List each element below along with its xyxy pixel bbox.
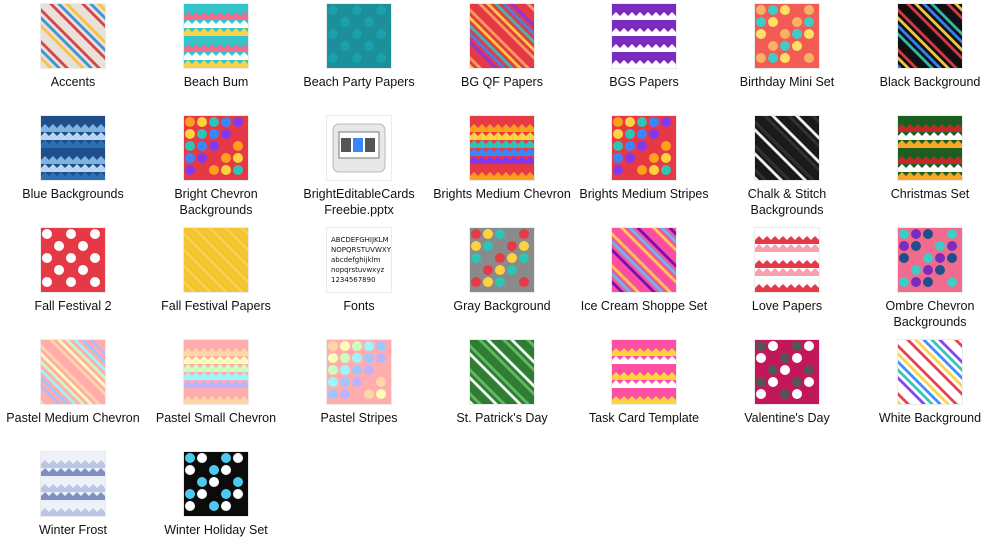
file-name: Task Card Template [588, 411, 700, 425]
pattern-icon-svg [184, 452, 248, 516]
file-name: Pastel Stripes [320, 411, 398, 425]
pattern-icon [755, 340, 819, 404]
pattern-icon [327, 340, 391, 404]
file-name: Winter Holiday Set [164, 523, 268, 537]
file-item[interactable]: Task Card Template [573, 0, 715, 547]
pattern-icon [612, 340, 676, 404]
file-item[interactable]: Winter Holiday Set [145, 0, 287, 547]
pattern-icon [898, 340, 962, 404]
file-item[interactable]: Winter Frost [2, 0, 144, 547]
pattern-icon [41, 452, 105, 516]
file-name: St. Patrick's Day [456, 411, 548, 425]
file-item[interactable]: Valentine's Day [716, 0, 858, 547]
file-name: Winter Frost [38, 523, 108, 537]
pattern-icon-svg [41, 452, 105, 516]
pattern-icon-svg [327, 340, 391, 404]
file-item[interactable]: White Background [859, 0, 999, 547]
pattern-icon-svg [612, 340, 676, 404]
file-name: Valentine's Day [744, 411, 830, 425]
file-name: White Background [878, 411, 982, 425]
pattern-icon-svg [898, 340, 962, 404]
icon-grid: Accents Beach Bum Beach Party Papers BG QF … [0, 0, 999, 547]
pattern-icon [184, 452, 248, 516]
pattern-icon [470, 340, 534, 404]
pattern-icon-svg [470, 340, 534, 404]
file-item[interactable]: St. Patrick's Day [431, 0, 573, 547]
pattern-icon-svg [755, 340, 819, 404]
file-item[interactable]: Pastel Stripes [288, 0, 430, 547]
